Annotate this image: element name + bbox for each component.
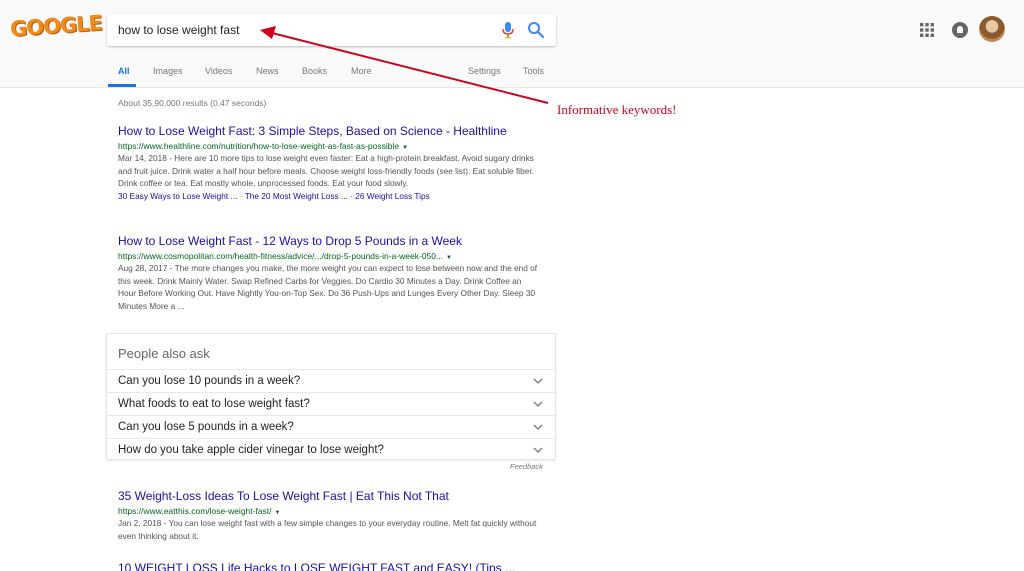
result-stats: About 35,90,000 results (0.47 seconds) [118, 98, 267, 108]
logo-text: GOOGLE [9, 10, 103, 42]
feedback-link[interactable]: Feedback [510, 462, 543, 471]
search-result: 35 Weight-Loss Ideas To Lose Weight Fast… [118, 489, 538, 542]
people-also-ask-box: People also ask Can you lose 10 pounds i… [106, 333, 556, 460]
account-avatar[interactable] [979, 16, 1005, 42]
search-icon[interactable] [527, 21, 545, 39]
tab-videos[interactable]: Videos [205, 66, 232, 76]
sitelink[interactable]: The 20 Most Weight Loss ... [245, 191, 348, 201]
chevron-down-icon [533, 401, 543, 407]
paa-question-row[interactable]: Can you lose 5 pounds in a week? [107, 415, 555, 438]
paa-question: How do you take apple cider vinegar to l… [118, 444, 384, 456]
url-dropdown-icon[interactable]: ▼ [402, 145, 408, 151]
url-dropdown-icon[interactable]: ▼ [275, 510, 281, 516]
search-tabs: All Images Videos News Books More Settin… [0, 62, 1024, 88]
apps-grid-icon[interactable] [920, 23, 934, 37]
url-dropdown-icon[interactable]: ▼ [446, 255, 452, 261]
result-title-link[interactable]: How to Lose Weight Fast - 12 Ways to Dro… [118, 234, 538, 248]
search-result: How to Lose Weight Fast - 12 Ways to Dro… [118, 234, 538, 312]
paa-question: Can you lose 5 pounds in a week? [118, 421, 294, 433]
search-result: How to Lose Weight Fast: 3 Simple Steps,… [118, 124, 538, 201]
paa-question: Can you lose 10 pounds in a week? [118, 375, 301, 387]
result-title-link[interactable]: 10 WEIGHT LOSS Life Hacks to LOSE WEIGHT… [118, 561, 538, 571]
paa-question-row[interactable]: Can you lose 10 pounds in a week? [107, 369, 555, 392]
result-url: https://www.healthline.com/nutrition/how… [118, 141, 409, 151]
result-snippet: Aug 28, 2017 - The more changes you make… [118, 263, 538, 311]
header-bar: GOOGLE how to lose weight fast All Image… [0, 0, 1024, 88]
search-input[interactable]: how to lose weight fast [118, 23, 239, 37]
tab-news[interactable]: News [256, 66, 279, 76]
result-snippet: Jan 2, 2018 - You can lose weight fast w… [118, 518, 537, 541]
tab-tools[interactable]: Tools [523, 66, 544, 76]
result-title-link[interactable]: How to Lose Weight Fast: 3 Simple Steps,… [118, 124, 538, 138]
result-snippet: Mar 14, 2018 - Here are 10 more tips to … [118, 153, 534, 188]
chevron-down-icon [533, 424, 543, 430]
sitelink[interactable]: 30 Easy Ways to Lose Weight ... [118, 191, 237, 201]
result-url: https://www.eatthis.com/lose-weight-fast… [118, 506, 281, 516]
microphone-icon[interactable] [501, 21, 515, 39]
tab-images[interactable]: Images [153, 66, 183, 76]
tab-settings[interactable]: Settings [468, 66, 501, 76]
paa-question-row[interactable]: What foods to eat to lose weight fast? [107, 392, 555, 415]
paa-question: What foods to eat to lose weight fast? [118, 398, 310, 410]
annotation-label: Informative keywords! [557, 102, 677, 117]
paa-title: People also ask [118, 346, 210, 361]
google-doodle-logo[interactable]: GOOGLE [9, 11, 102, 48]
search-result: 10 WEIGHT LOSS Life Hacks to LOSE WEIGHT… [118, 561, 538, 571]
result-sitelinks: 30 Easy Ways to Lose Weight ... · The 20… [118, 191, 538, 201]
chevron-down-icon [533, 447, 543, 453]
tab-all[interactable]: All [118, 66, 130, 76]
result-title-link[interactable]: 35 Weight-Loss Ideas To Lose Weight Fast… [118, 489, 538, 503]
search-box[interactable]: how to lose weight fast [107, 14, 556, 46]
active-tab-indicator [108, 84, 136, 87]
chevron-down-icon [533, 378, 543, 384]
paa-question-row[interactable]: How do you take apple cider vinegar to l… [107, 438, 555, 461]
tab-books[interactable]: Books [302, 66, 327, 76]
result-url: https://www.cosmopolitan.com/health-fitn… [118, 251, 452, 261]
tab-more[interactable]: More [351, 66, 372, 76]
sitelink[interactable]: 26 Weight Loss Tips [355, 191, 430, 201]
notifications-icon[interactable] [952, 22, 968, 38]
